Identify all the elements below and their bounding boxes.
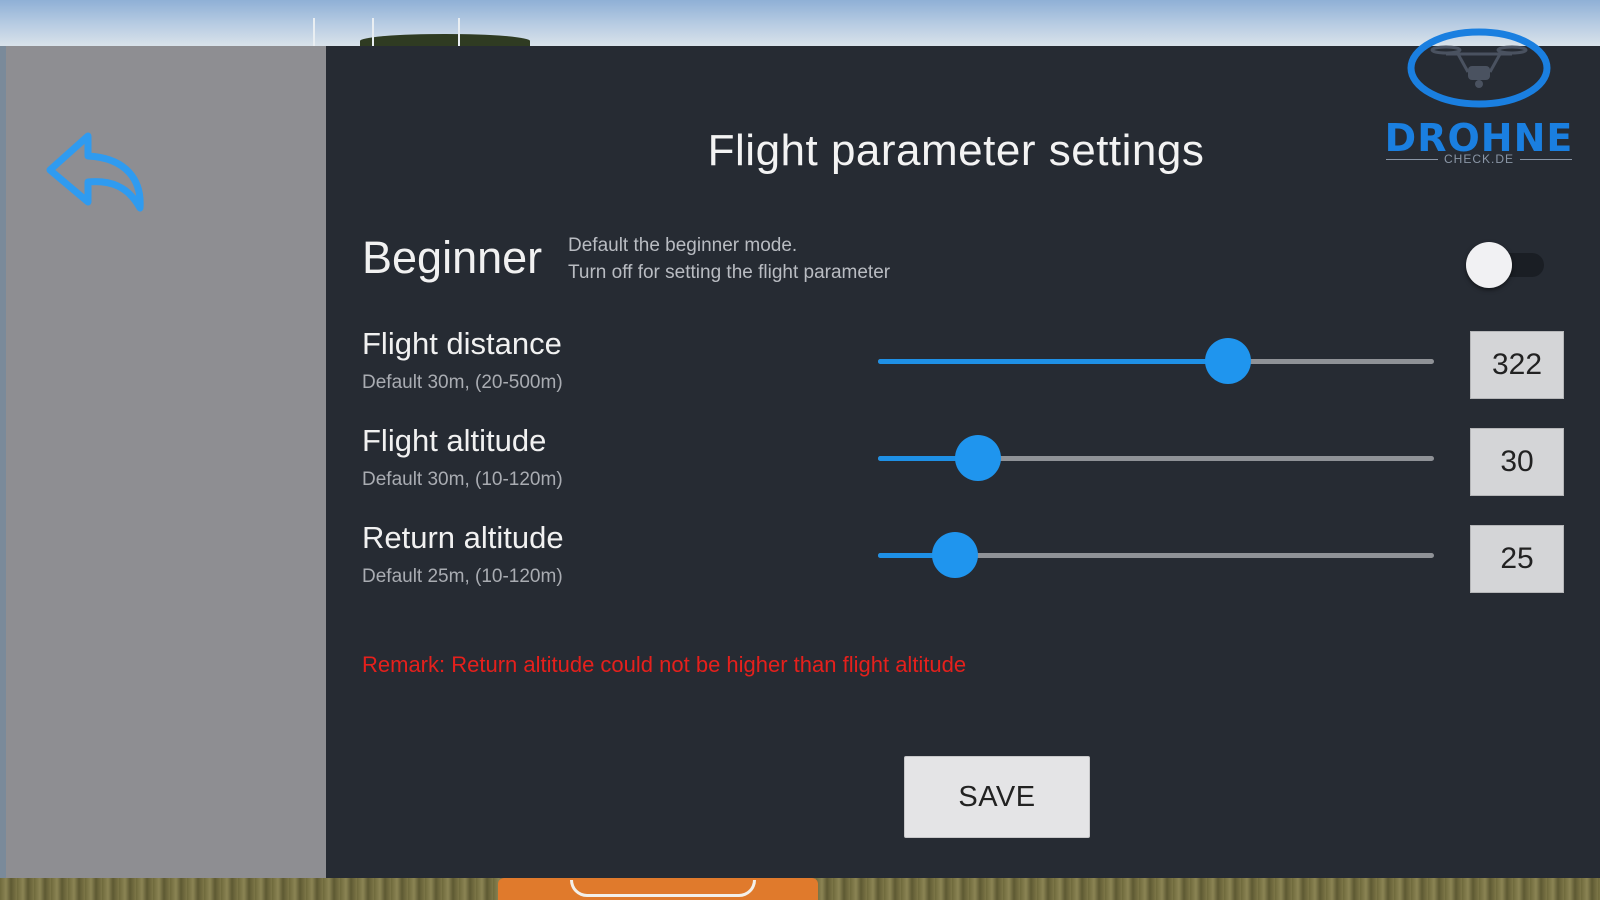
return-altitude-hint: Default 25m, (10-120m) (362, 566, 563, 587)
back-button[interactable] (44, 128, 154, 218)
left-panel (6, 46, 326, 878)
flight-altitude-slider[interactable] (878, 435, 1434, 481)
beginner-description: Default the beginner mode. Turn off for … (568, 232, 890, 286)
flight-distance-slider[interactable] (878, 338, 1434, 384)
beginner-toggle[interactable] (1466, 242, 1546, 288)
return-altitude-value[interactable] (1470, 525, 1564, 593)
slider-thumb[interactable] (931, 532, 978, 578)
wind-turbine (313, 18, 315, 46)
background-sky (0, 0, 1600, 46)
wind-turbine (458, 18, 460, 46)
beginner-desc-line-1: Default the beginner mode. (568, 235, 798, 256)
logo-subtitle: CHECK.DE (1368, 152, 1590, 166)
logo-subtitle-text: CHECK.DE (1443, 152, 1514, 166)
flight-altitude-label: Flight altitude (362, 423, 547, 458)
landing-pad (498, 878, 818, 900)
wind-turbine (372, 18, 374, 46)
slider-thumb[interactable] (1205, 338, 1252, 384)
beginner-label: Beginner (362, 232, 543, 283)
flight-altitude-hint: Default 30m, (10-120m) (362, 469, 563, 490)
brand-logo: DROHNE CHECK.DE (1368, 26, 1598, 174)
return-altitude-label: Return altitude (362, 520, 564, 555)
save-button[interactable]: SAVE (904, 756, 1090, 838)
toggle-knob (1466, 242, 1512, 288)
flight-altitude-value[interactable] (1470, 428, 1564, 496)
flight-distance-label: Flight distance (362, 326, 562, 361)
slider-fill (878, 359, 1229, 364)
undo-arrow-icon (46, 132, 144, 212)
beginner-desc-line-2: Turn off for setting the flight paramete… (568, 262, 891, 283)
return-altitude-slider[interactable] (878, 532, 1434, 578)
drone-icon (1407, 28, 1551, 108)
slider-thumb[interactable] (955, 435, 1002, 481)
remark-warning: Remark: Return altitude could not be hig… (362, 652, 967, 677)
page-title: Flight parameter settings (707, 126, 1205, 175)
flight-distance-hint: Default 30m, (20-500m) (362, 372, 563, 393)
flight-distance-value[interactable] (1470, 331, 1564, 399)
